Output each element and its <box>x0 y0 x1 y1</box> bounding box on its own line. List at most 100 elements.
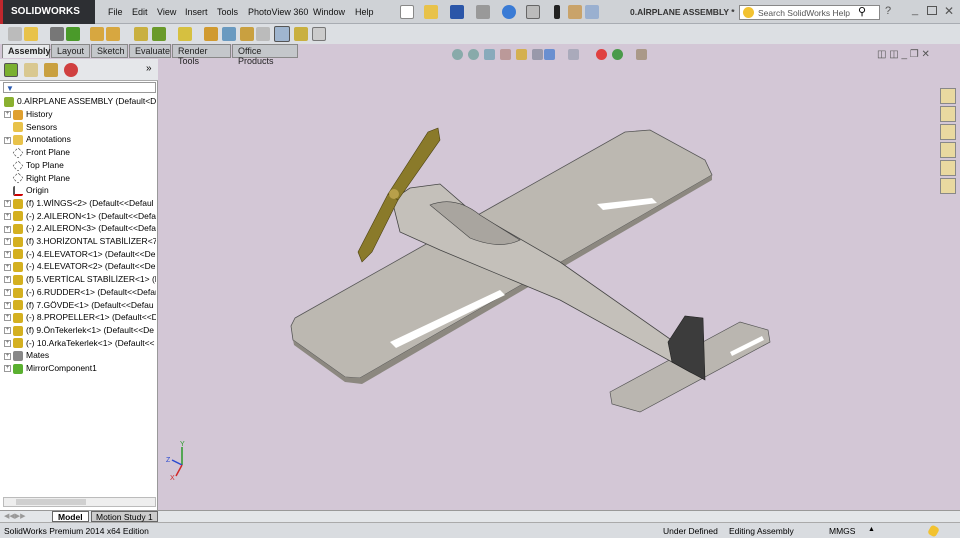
expand-icon[interactable]: + <box>4 263 11 271</box>
mate-icon[interactable] <box>50 27 64 41</box>
tree-item[interactable]: + (-) 2.AILERON<3> (Default<<Defa <box>4 223 156 235</box>
update-speedpak-icon[interactable] <box>294 27 308 41</box>
exploded-view-icon[interactable] <box>240 27 254 41</box>
property-manager-tab-icon[interactable] <box>24 63 38 77</box>
search-icon[interactable]: ⚲ <box>858 5 866 18</box>
view-settings-icon[interactable] <box>636 49 647 60</box>
expand-panel-icon[interactable]: » <box>146 63 152 74</box>
open-icon[interactable] <box>424 5 438 19</box>
tree-item[interactable]: Origin <box>4 185 156 197</box>
close-icon[interactable]: ✕ <box>944 4 954 18</box>
undo-icon[interactable] <box>502 5 516 19</box>
expand-icon[interactable]: + <box>4 276 11 284</box>
scrollbar-thumb[interactable] <box>16 499 86 505</box>
tree-item[interactable]: + (-) 2.AILERON<1> (Default<<Defa <box>4 211 156 223</box>
design-library-icon[interactable] <box>940 106 956 122</box>
tree-item[interactable]: + (f) 7.GÖVDE<1> (Default<<Defau <box>4 300 156 312</box>
tree-item[interactable]: + Mates <box>4 350 156 362</box>
tab-layout[interactable]: Layout <box>51 44 90 58</box>
instant3d-icon[interactable] <box>274 26 290 42</box>
snapshot-icon[interactable] <box>312 27 326 41</box>
section-view-icon[interactable] <box>500 49 511 60</box>
feature-manager-tab-icon[interactable] <box>4 63 18 77</box>
expand-icon[interactable]: + <box>4 200 11 208</box>
expand-icon[interactable]: + <box>4 289 11 297</box>
file-explorer-icon[interactable] <box>940 124 956 140</box>
tree-item[interactable]: + History <box>4 109 156 121</box>
viewport-window-controls[interactable]: ◫ ◫ _ ❐ ✕ <box>877 49 930 60</box>
save-icon[interactable] <box>450 5 464 19</box>
tree-item[interactable]: + (-) 6.RUDDER<1> (Default<<Defar <box>4 287 156 299</box>
menu-window[interactable]: Window <box>313 7 345 17</box>
move-component-icon[interactable] <box>106 27 120 41</box>
expand-icon[interactable]: + <box>4 301 11 309</box>
expand-icon[interactable]: + <box>4 327 11 335</box>
tree-item[interactable]: + (-) 4.ELEVATOR<1> (Default<<De <box>4 249 156 261</box>
expand-icon[interactable]: + <box>4 111 11 119</box>
file-properties-icon[interactable] <box>568 5 582 19</box>
expand-icon[interactable]: + <box>4 136 11 144</box>
linear-pattern-icon[interactable] <box>66 27 80 41</box>
show-hidden-icon[interactable] <box>134 27 148 41</box>
expand-icon[interactable]: + <box>4 365 11 373</box>
zoom-area-icon[interactable] <box>468 49 479 60</box>
display-manager-tab-icon[interactable] <box>64 63 78 77</box>
apply-scene-icon[interactable] <box>612 49 623 60</box>
tree-item[interactable]: + (f) 3.HORİZONTAL STABİLİZER<7: <box>4 236 156 248</box>
units-menu-arrow-icon[interactable]: ▲ <box>868 526 875 533</box>
reference-geometry-icon[interactable] <box>178 27 192 41</box>
expand-icon[interactable]: + <box>4 339 11 347</box>
tab-motion-study[interactable]: Motion Study 1 <box>91 511 158 522</box>
smart-fasteners-icon[interactable] <box>90 27 104 41</box>
tree-item[interactable]: Top Plane <box>4 160 156 172</box>
view-palette-icon[interactable] <box>940 142 956 158</box>
tab-render-tools[interactable]: Render Tools <box>172 44 231 66</box>
previous-view-icon[interactable] <box>484 49 495 60</box>
appearances-icon[interactable] <box>940 160 956 176</box>
edit-component-icon[interactable] <box>8 27 22 41</box>
menu-photoview[interactable]: PhotoView 360 <box>248 7 308 17</box>
menu-help[interactable]: Help <box>355 7 374 17</box>
menu-edit[interactable]: Edit <box>132 7 148 17</box>
hide-show-icon[interactable] <box>568 49 579 60</box>
tab-sketch[interactable]: Sketch <box>91 44 128 58</box>
bill-of-materials-icon[interactable] <box>222 27 236 41</box>
tree-item[interactable]: + (-) 4.ELEVATOR<2> (Default<<De <box>4 261 156 273</box>
minimize-icon[interactable]: _ <box>912 4 918 16</box>
insert-components-icon[interactable] <box>24 27 38 41</box>
tree-root-assembly[interactable]: 0.AİRPLANE ASSEMBLY (Default<Def <box>4 96 156 108</box>
expand-icon[interactable]: + <box>4 238 11 246</box>
menu-insert[interactable]: Insert <box>185 7 208 17</box>
view-orientation-icon[interactable] <box>532 49 543 60</box>
tree-item[interactable]: Sensors <box>4 122 156 134</box>
tab-scroll-arrows[interactable]: ◀◀▶▶ <box>4 512 26 520</box>
tree-item[interactable]: + (f) 5.VERTİCAL STABİLİZER<1> (D <box>4 274 156 286</box>
menu-file[interactable]: File <box>108 7 123 17</box>
graphics-viewport[interactable]: Y Z X <box>160 60 940 510</box>
tree-item[interactable]: + Annotations <box>4 134 156 146</box>
tree-item[interactable]: + (f) 9.ÖnTekerlek<1> (Default<<De <box>4 325 156 337</box>
rebuild-status-icon[interactable] <box>927 524 940 538</box>
tree-item[interactable]: + (f) 1.WİNGS<2> (Default<<Defaul <box>4 198 156 210</box>
print-icon[interactable] <box>476 5 490 19</box>
tree-item[interactable]: Front Plane <box>4 147 156 159</box>
tree-item[interactable]: Right Plane <box>4 173 156 185</box>
configuration-manager-tab-icon[interactable] <box>44 63 58 77</box>
home-icon[interactable] <box>940 88 956 104</box>
zoom-to-fit-icon[interactable] <box>452 49 463 60</box>
custom-properties-icon[interactable] <box>940 178 956 194</box>
dynamic-annotation-icon[interactable] <box>516 49 527 60</box>
question-icon[interactable]: ? <box>885 5 891 17</box>
tab-office-products[interactable]: Office Products <box>232 44 298 66</box>
options-icon[interactable] <box>585 5 599 19</box>
select-icon[interactable] <box>526 5 540 19</box>
expand-icon[interactable]: + <box>4 314 11 322</box>
tree-filter-input[interactable]: ▼ <box>3 82 156 93</box>
display-style-icon[interactable] <box>544 49 555 60</box>
assembly-features-icon[interactable] <box>152 27 166 41</box>
tree-item[interactable]: + (-) 10.ArkaTekerlek<1> (Default<< <box>4 338 156 350</box>
expand-icon[interactable]: + <box>4 212 11 220</box>
status-units[interactable]: MMGS <box>829 526 855 536</box>
new-motion-study-icon[interactable] <box>204 27 218 41</box>
tab-evaluate[interactable]: Evaluate <box>129 44 171 58</box>
